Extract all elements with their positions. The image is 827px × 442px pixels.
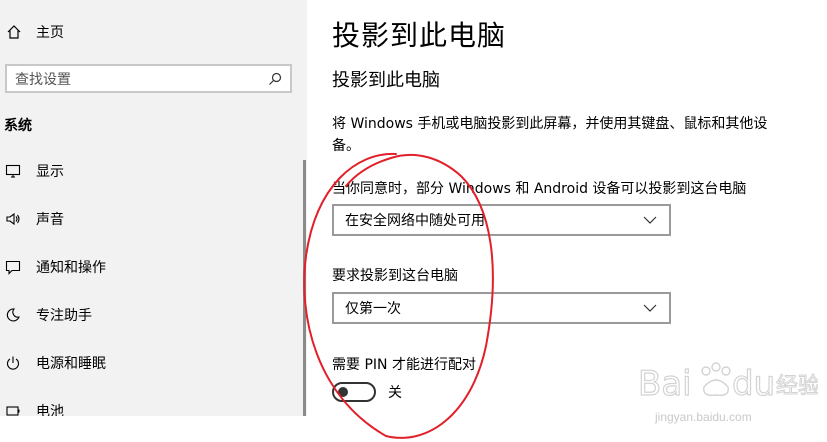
sidebar-item-sound[interactable]: 声音 [0, 205, 290, 233]
monitor-icon [4, 162, 22, 180]
section-title: 系统 [4, 118, 32, 134]
sidebar-item-notifications[interactable]: 通知和操作 [0, 253, 290, 281]
sidebar-item-label: 电源和睡眠 [36, 356, 106, 372]
moon-icon [4, 306, 22, 324]
watermark-url: jingyan.baidu.com [655, 410, 752, 424]
sidebar: 主页 查找设置 系统 显示 声音 通知和操作 专注助手 电源和睡眠 电池 [0, 0, 307, 420]
notification-icon [4, 258, 22, 276]
sidebar-item-label: 专注助手 [36, 308, 92, 324]
search-icon[interactable] [268, 72, 282, 86]
sidebar-item-label: 显示 [36, 164, 64, 180]
section-heading: 投影到此电脑 [332, 70, 440, 91]
page-title: 投影到此电脑 [332, 19, 507, 52]
svg-text:经验: 经验 [776, 374, 818, 399]
speaker-icon [4, 210, 22, 228]
home-label: 主页 [36, 25, 64, 41]
chevron-down-icon [643, 304, 657, 312]
svg-text:du: du [732, 364, 775, 404]
svg-text:Bai: Bai [638, 364, 692, 404]
home-link[interactable]: 主页 [6, 21, 64, 43]
sidebar-item-focus-assist[interactable]: 专注助手 [0, 301, 290, 329]
sidebar-item-display[interactable]: 显示 [0, 157, 290, 185]
red-annotation-ellipse [303, 152, 494, 439]
sidebar-item-label: 声音 [36, 212, 64, 228]
power-icon [4, 354, 22, 372]
sidebar-item-power-sleep[interactable]: 电源和睡眠 [0, 349, 290, 377]
sidebar-item-label: 通知和操作 [36, 260, 106, 276]
search-input[interactable]: 查找设置 [5, 64, 292, 93]
search-placeholder: 查找设置 [15, 71, 71, 88]
home-icon [7, 25, 21, 39]
chevron-down-icon [643, 216, 657, 224]
sidebar-bottom-edge [0, 416, 307, 442]
